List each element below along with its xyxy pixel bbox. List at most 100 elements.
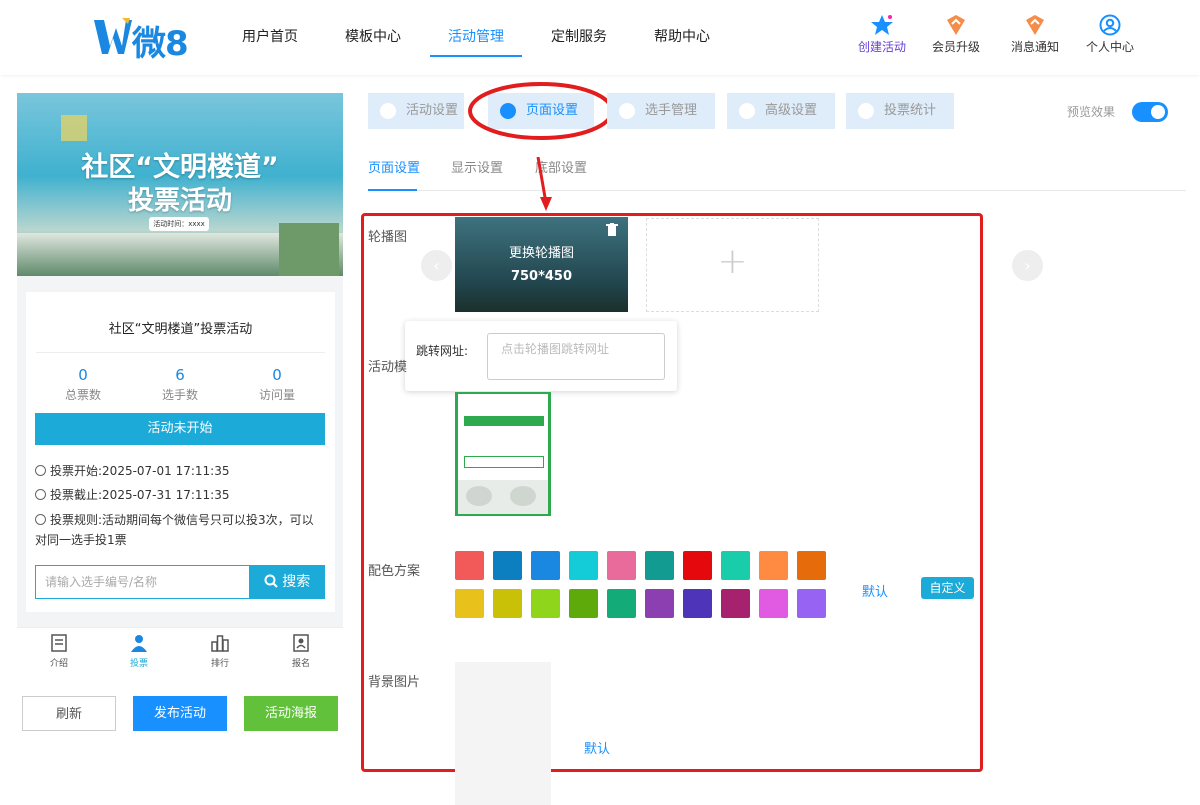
nav-activity-management[interactable]: 活动管理	[448, 26, 504, 46]
vote-rule-row: 投票规则:活动期间每个微信号只可以投3次，可以对同一选手投1票	[35, 510, 325, 550]
tab-vote-statistics[interactable]: 投票统计	[846, 93, 954, 129]
color-swatch[interactable]	[721, 589, 750, 618]
color-swatch[interactable]	[797, 589, 826, 618]
tab-activity-settings-label: 活动设置	[406, 103, 459, 118]
subtab-active-underline	[368, 189, 417, 191]
color-swatch[interactable]	[531, 551, 560, 580]
color-swatch[interactable]	[721, 551, 750, 580]
color-swatch[interactable]	[607, 551, 636, 580]
color-swatch[interactable]	[683, 589, 712, 618]
nav-user-home[interactable]: 用户首页	[242, 26, 298, 46]
tab-intro[interactable]: 介绍	[34, 632, 84, 669]
carousel-image-thumb[interactable]: 更换轮播图 750*450	[455, 217, 628, 312]
tab-ranking[interactable]: 排行	[195, 632, 245, 669]
color-swatch[interactable]	[759, 589, 788, 618]
message-notify-button[interactable]: 消息通知	[1003, 14, 1067, 55]
highlight-ellipse	[468, 82, 614, 140]
subtab-display-settings[interactable]: 显示设置	[451, 157, 503, 176]
annotation-arrow	[536, 157, 552, 211]
nav-custom-service[interactable]: 定制服务	[551, 26, 607, 46]
tab-vote-label: 投票	[129, 659, 148, 669]
personal-center-label: 个人中心	[1085, 40, 1134, 54]
color-swatch[interactable]	[455, 551, 484, 580]
person-icon	[131, 635, 147, 652]
preview-effect-toggle[interactable]	[1132, 102, 1168, 122]
vote-end-value: 2025-07-31 17:11:35	[102, 488, 230, 502]
color-swatch[interactable]	[683, 551, 712, 580]
color-default-button[interactable]: 默认	[862, 581, 888, 600]
color-swatch[interactable]	[797, 551, 826, 580]
banner-time: 活动时间：xxxx	[149, 217, 209, 231]
activity-info-card	[26, 292, 335, 612]
publish-activity-button[interactable]: 发布活动	[133, 696, 227, 731]
tab-signup[interactable]: 报名	[276, 632, 326, 669]
document-icon	[51, 634, 67, 652]
activity-status-button[interactable]: 活动未开始	[35, 413, 325, 445]
nav-help-center[interactable]: 帮助中心	[654, 26, 710, 46]
color-swatch[interactable]	[645, 589, 674, 618]
search-button[interactable]: 搜索	[249, 565, 325, 599]
color-swatch[interactable]	[455, 589, 484, 618]
carousel-prev-button[interactable]: ‹	[421, 250, 452, 281]
tab-intro-label: 介绍	[49, 659, 68, 669]
add-carousel-image[interactable]	[646, 218, 819, 312]
tab-advanced-settings[interactable]: 高级设置	[727, 93, 835, 129]
contestant-search-input[interactable]: 请输入选手编号/名称	[35, 565, 250, 599]
stat-total-votes-value: 0	[78, 366, 88, 384]
tab-signup-label: 报名	[291, 659, 310, 669]
tab-vote[interactable]: 投票	[114, 632, 164, 669]
jump-url-label: 跳转网址:	[416, 344, 469, 358]
color-swatch[interactable]	[569, 551, 598, 580]
tab-contestant-management-label: 选手管理	[645, 103, 698, 118]
member-upgrade-label: 会员升级	[931, 40, 980, 54]
trash-icon[interactable]	[606, 223, 618, 236]
tab-activity-settings[interactable]: 活动设置	[368, 93, 464, 129]
jump-url-input[interactable]: 点击轮播图跳转网址	[487, 333, 665, 380]
star-icon	[871, 15, 893, 35]
color-swatch[interactable]	[531, 589, 560, 618]
shield-up-icon	[947, 15, 965, 35]
subtab-page-settings[interactable]: 页面设置	[368, 157, 420, 176]
search-button-label: 搜索	[282, 574, 311, 590]
color-swatch[interactable]	[645, 551, 674, 580]
color-swatch[interactable]	[569, 589, 598, 618]
signup-icon	[293, 634, 309, 652]
change-carousel-text: 更换轮播图	[508, 246, 574, 261]
color-swatch[interactable]	[493, 589, 522, 618]
clock-icon	[35, 489, 46, 500]
vote-rule-label: 投票规则:	[50, 513, 103, 527]
preview-effect-label: 预览效果	[1067, 105, 1116, 119]
activity-poster-button[interactable]: 活动海报	[244, 696, 338, 731]
brand-logo[interactable]: 微8	[92, 14, 192, 64]
tab-ranking-label: 排行	[210, 659, 229, 669]
sliders-icon	[739, 103, 755, 119]
template-thumbnail[interactable]	[455, 392, 551, 516]
background-image-placeholder[interactable]	[455, 662, 551, 805]
stats-icon	[858, 103, 874, 119]
template-label: 活动模	[368, 360, 408, 375]
carousel-next-button[interactable]: ›	[1012, 250, 1043, 281]
create-activity-button[interactable]: 创建活动	[850, 14, 914, 55]
member-upgrade-button[interactable]: 会员升级	[924, 14, 988, 55]
info-icon	[35, 514, 46, 525]
background-default-button[interactable]: 默认	[584, 738, 610, 757]
tab-contestant-management[interactable]: 选手管理	[607, 93, 715, 129]
bell-badge-icon	[1026, 15, 1044, 35]
banner-title-line1: 社区“文明楼道”	[81, 152, 279, 183]
carousel-label: 轮播图	[368, 230, 408, 245]
w-logo-icon	[94, 18, 132, 54]
color-scheme-label: 配色方案	[368, 564, 421, 579]
refresh-button[interactable]: 刷新	[22, 696, 116, 731]
nav-template-center[interactable]: 模板中心	[345, 26, 401, 46]
heart-icon	[380, 103, 396, 119]
card-divider	[36, 352, 325, 353]
color-custom-button[interactable]: 自定义	[921, 577, 974, 599]
nav-active-underline	[430, 55, 522, 57]
jump-url-popover: 跳转网址: 点击轮播图跳转网址	[405, 321, 677, 391]
color-swatch[interactable]	[493, 551, 522, 580]
personal-center-button[interactable]: 个人中心	[1078, 14, 1142, 55]
create-activity-label: 创建活动	[857, 40, 906, 54]
clock-icon	[35, 465, 46, 476]
color-swatch[interactable]	[607, 589, 636, 618]
color-swatch[interactable]	[759, 551, 788, 580]
